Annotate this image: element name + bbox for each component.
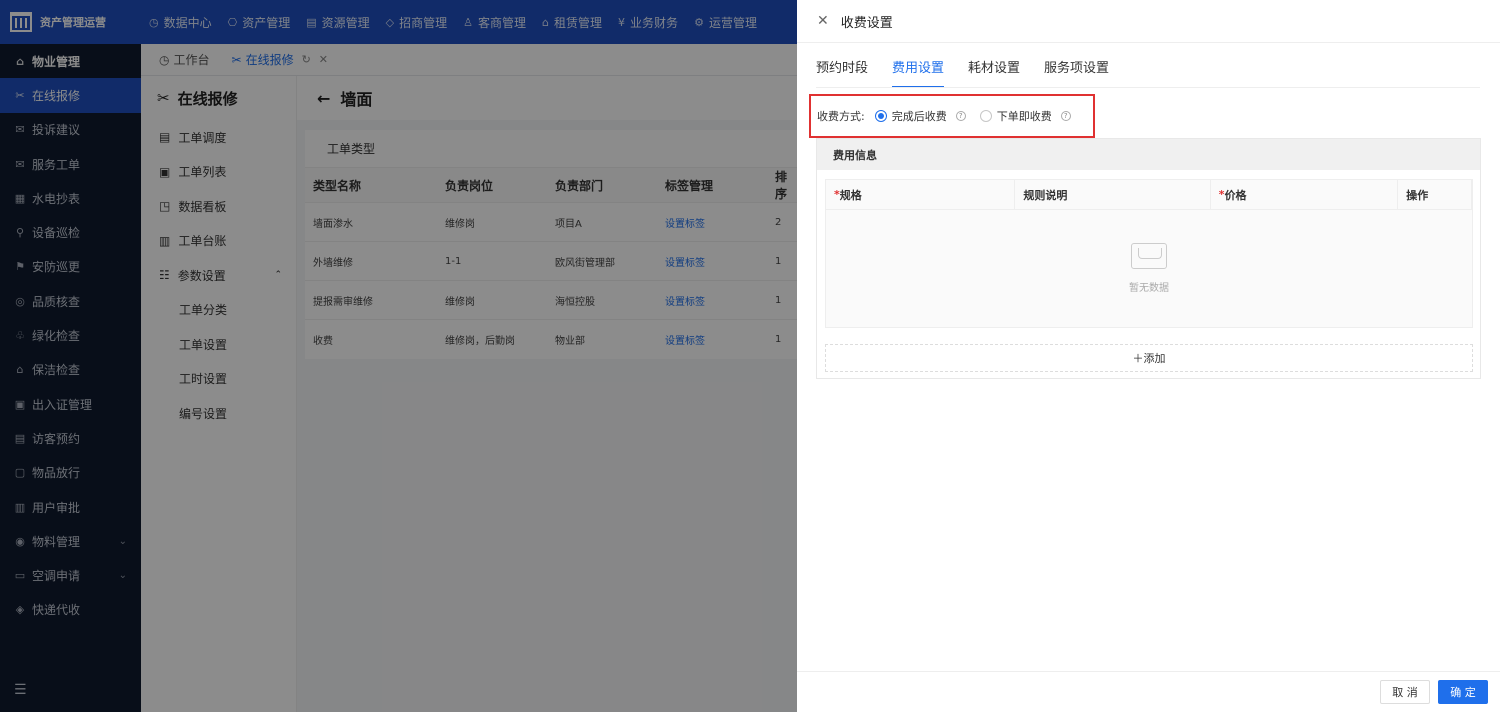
fee-info-column: * 规格 [826, 180, 1016, 209]
fee-mode-option[interactable]: 下单即收费? [979, 108, 1081, 124]
help-icon[interactable]: ? [955, 111, 966, 121]
drawer-tab[interactable]: 费用设置 [892, 44, 945, 88]
fee-settings-drawer: ✕ 收费设置 预约时段 费用设置 耗材设置 服务项设置 收费方式: 完成后收费? 下单即… [797, 0, 1500, 712]
drawer-tab[interactable]: 耗材设置 [968, 44, 1020, 88]
fee-mode-option-label: 完成后收费 [891, 110, 947, 123]
fee-info-header: * 规格 规则说明 * 价格 操作 [825, 179, 1473, 210]
empty-state: 暂无数据 [825, 210, 1473, 328]
drawer-footer: 取 消 确 定 [797, 671, 1500, 712]
drawer-tab[interactable]: 预约时段 [816, 44, 868, 88]
cancel-button[interactable]: 取 消 [1380, 680, 1430, 704]
fee-info-column: 规则说明 [1015, 180, 1211, 209]
fee-info-column-label: 规则说明 [1023, 188, 1068, 202]
fee-mode-label: 收费方式: [817, 110, 865, 123]
drawer-header: ✕ 收费设置 [797, 0, 1500, 43]
radio-button[interactable] [979, 110, 992, 122]
drawer-tab[interactable]: 服务项设置 [1044, 44, 1109, 88]
fee-info-title: 费用信息 [817, 139, 1480, 170]
fee-info-column-label: 操作 [1406, 188, 1429, 202]
drawer-title: 收费设置 [840, 15, 893, 31]
fee-info-column: * 价格 [1211, 180, 1399, 209]
empty-text: 暂无数据 [1129, 283, 1169, 294]
tabs-divider [816, 87, 1480, 88]
radio-button[interactable] [874, 110, 887, 122]
fee-info-column: 操作 [1398, 180, 1472, 209]
drawer-tabs: 预约时段 费用设置 耗材设置 服务项设置 [816, 44, 1133, 88]
close-icon[interactable]: ✕ [817, 13, 829, 29]
add-fee-button[interactable]: ＋添加 [825, 344, 1473, 372]
fee-mode-option-label: 下单即收费 [996, 110, 1052, 123]
fee-mode-option[interactable]: 完成后收费? [874, 108, 976, 124]
modal-overlay[interactable] [0, 0, 797, 712]
fee-mode-group: 收费方式: 完成后收费? 下单即收费? [809, 94, 1095, 138]
fee-info-table: * 规格 规则说明 * 价格 操作 暂无数据 [825, 179, 1473, 328]
fee-info-column-label: 规格 [839, 188, 862, 202]
empty-inbox-icon [1131, 243, 1167, 269]
fee-info-column-label: 价格 [1224, 188, 1247, 202]
help-icon[interactable]: ? [1060, 111, 1071, 121]
fee-info-section: 费用信息 * 规格 规则说明 * 价格 操作 暂无数据 ＋添加 [816, 138, 1481, 379]
confirm-button[interactable]: 确 定 [1438, 680, 1488, 704]
